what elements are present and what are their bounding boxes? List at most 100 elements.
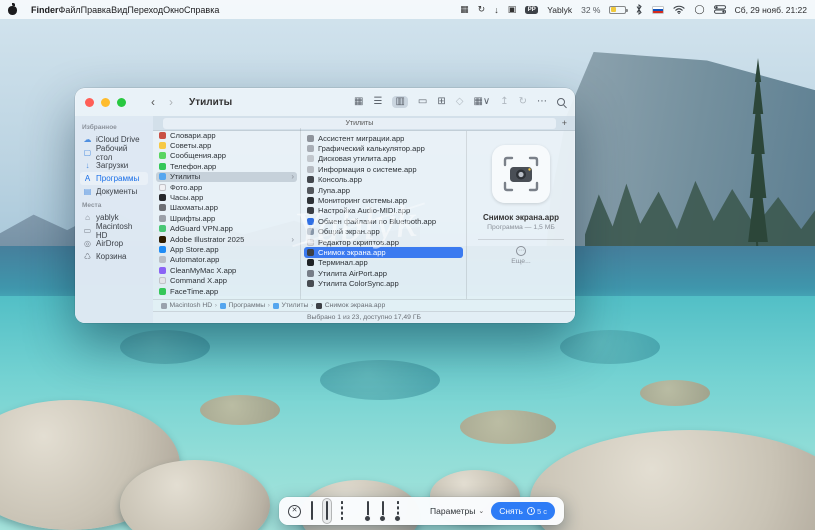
file-row[interactable]: Утилита ColorSync.app	[304, 278, 463, 288]
icons-view-icon[interactable]: ▦	[354, 97, 363, 107]
path-crumb[interactable]: Macintosh HD ›	[161, 302, 217, 309]
bluetooth-icon[interactable]	[635, 4, 643, 15]
sidebar-item[interactable]: ▭ Macintosh HD	[80, 222, 148, 240]
back-button[interactable]: ‹	[151, 95, 155, 109]
more-icon[interactable]: ⋯	[537, 97, 547, 107]
capture-button[interactable]: Снять 5 с	[491, 502, 555, 520]
tab-utilities[interactable]: Утилиты	[163, 117, 556, 129]
menu-item[interactable]: Переход	[127, 5, 163, 15]
menu-item[interactable]: Вид	[111, 5, 127, 15]
record-screen-wrap[interactable]	[364, 499, 372, 523]
file-row[interactable]: Лупа.app	[304, 185, 463, 195]
file-row[interactable]: Редактор скриптов.app	[304, 237, 463, 247]
control-center-icon[interactable]	[713, 5, 726, 14]
window-title: Утилиты	[189, 96, 233, 108]
input-language-flag-icon[interactable]	[652, 5, 665, 14]
file-row[interactable]: Утилита AirPort.app	[304, 268, 463, 278]
menu-item[interactable]: Файл	[59, 5, 81, 15]
capture-portion-wrap[interactable]	[338, 499, 346, 523]
file-row[interactable]: App Store.app	[156, 244, 297, 254]
options-dropdown[interactable]: Параметры ⌄	[430, 506, 484, 516]
menu-bar-clock[interactable]: Сб, 29 нояб. 21:22	[735, 5, 807, 15]
forward-button[interactable]: ›	[169, 95, 173, 109]
close-window-button[interactable]	[85, 97, 94, 107]
file-row[interactable]: Консоль.app	[304, 175, 463, 185]
path-crumb[interactable]: Снимок экрана.app	[316, 302, 388, 309]
menu-item[interactable]: Справка	[184, 5, 219, 15]
new-tab-button[interactable]: +	[560, 118, 569, 128]
file-row[interactable]: Часы.app	[156, 192, 297, 202]
file-row[interactable]: Утилиты ›	[156, 171, 297, 182]
battery-icon[interactable]	[609, 5, 629, 14]
file-icon	[307, 280, 314, 288]
close-screenshot-toolbar-button[interactable]: ✕	[288, 504, 301, 518]
file-row[interactable]: Ассистент миграции.app	[304, 133, 463, 143]
sidebar-item[interactable]: ▢ Рабочий стол	[80, 144, 148, 162]
file-row[interactable]: Информация о системе.app	[304, 164, 463, 174]
file-row[interactable]: Command X.app	[156, 275, 297, 285]
capture-screen-wrap[interactable]	[308, 499, 316, 523]
capture-window-wrap[interactable]	[323, 499, 331, 523]
list-view-icon[interactable]: ☰	[373, 97, 382, 107]
tag-icon[interactable]: ◇	[456, 97, 464, 107]
capture-entire-screen-icon	[311, 501, 313, 520]
file-row[interactable]: Adobe Illustrator 2025 ›	[156, 234, 297, 244]
gallery-view-icon[interactable]: ▭	[418, 97, 427, 107]
file-row[interactable]: Советы.app	[156, 140, 297, 150]
path-crumb[interactable]: Утилиты ›	[272, 302, 313, 309]
sync-icon[interactable]: ↻	[478, 4, 486, 15]
file-icon	[159, 131, 166, 139]
file-row[interactable]: Телефон.app	[156, 161, 297, 171]
apple-menu-icon[interactable]	[8, 3, 18, 15]
status-circle-icon[interactable]: ◯	[694, 4, 704, 15]
file-row[interactable]: Настройка Audio-MIDI.app	[304, 206, 463, 216]
sync-icon[interactable]: ↻	[519, 97, 527, 107]
file-row[interactable]: AdGuard VPN.app	[156, 224, 297, 234]
file-row[interactable]: Словари.app	[156, 130, 297, 140]
download-arrow-icon[interactable]: ↓	[494, 5, 499, 15]
file-row[interactable]: Снимок экрана.app	[304, 247, 463, 258]
file-row[interactable]: Automator.app	[156, 255, 297, 265]
file-row[interactable]: Мониторинг системы.app	[304, 195, 463, 205]
file-row[interactable]: Шахматы.app	[156, 203, 297, 213]
preview-pane: Снимок экрана.app Программа — 1,5 МБ ⋯ Е…	[467, 131, 575, 299]
more-actions-label[interactable]: Еще...	[511, 258, 531, 265]
file-row[interactable]: CleanMyMac X.app	[156, 265, 297, 275]
file-row[interactable]: Сообщения.app	[156, 151, 297, 161]
search-icon[interactable]	[557, 98, 565, 106]
nav-arrows: ‹ ›	[151, 95, 173, 109]
minimize-window-button[interactable]	[101, 97, 110, 107]
status-app-label[interactable]: Yablyk	[547, 5, 572, 15]
menu-item[interactable]: Окно	[163, 5, 184, 15]
file-row[interactable]: Дисковая утилита.app	[304, 154, 463, 164]
menu-item[interactable]: Finder	[31, 5, 59, 15]
file-row[interactable]: Терминал.app	[304, 258, 463, 268]
record-portion-wrap[interactable]	[394, 499, 402, 523]
new-folder-icon[interactable]: ⊞	[437, 97, 445, 107]
sidebar-item[interactable]: ▤ Документы	[80, 185, 148, 198]
file-label: Дисковая утилита.app	[318, 154, 396, 164]
file-label: Automator.app	[170, 255, 220, 265]
wifi-icon[interactable]	[673, 5, 686, 14]
clipboard-icon[interactable]: ▣	[508, 4, 517, 15]
pp-app-badge[interactable]: PP	[525, 5, 539, 14]
file-label: Консоль.app	[318, 175, 362, 185]
sidebar-item[interactable]: ♺ Корзина	[80, 250, 148, 263]
path-crumb[interactable]: Программы ›	[219, 302, 270, 309]
more-actions-icon[interactable]: ⋯	[516, 246, 526, 256]
record-window-wrap[interactable]	[379, 499, 387, 523]
file-row[interactable]: FaceTime.app	[156, 286, 297, 296]
share-icon[interactable]: ↥	[500, 97, 508, 107]
file-row[interactable]: Общий экран.app	[304, 227, 463, 237]
group-icon[interactable]: ▦∨	[473, 97, 490, 107]
file-row[interactable]: Шрифты.app	[156, 213, 297, 223]
keyboard-grid-icon[interactable]: ▦	[460, 4, 469, 15]
zoom-window-button[interactable]	[117, 97, 126, 107]
file-row[interactable]: Графический калькулятор.app	[304, 143, 463, 153]
menu-item[interactable]: Правка	[81, 5, 111, 15]
file-row[interactable]: Обмен файлами по Bluetooth.app	[304, 216, 463, 226]
sidebar-section-places: Места ⌂ yablyk ▭ Macintosh HD ◎ AirDrop ♺ Корзи…	[80, 202, 148, 263]
sidebar-item[interactable]: A Программы	[80, 172, 148, 185]
columns-view-icon[interactable]: ▥	[392, 96, 408, 108]
file-row[interactable]: Фото.app	[156, 182, 297, 192]
